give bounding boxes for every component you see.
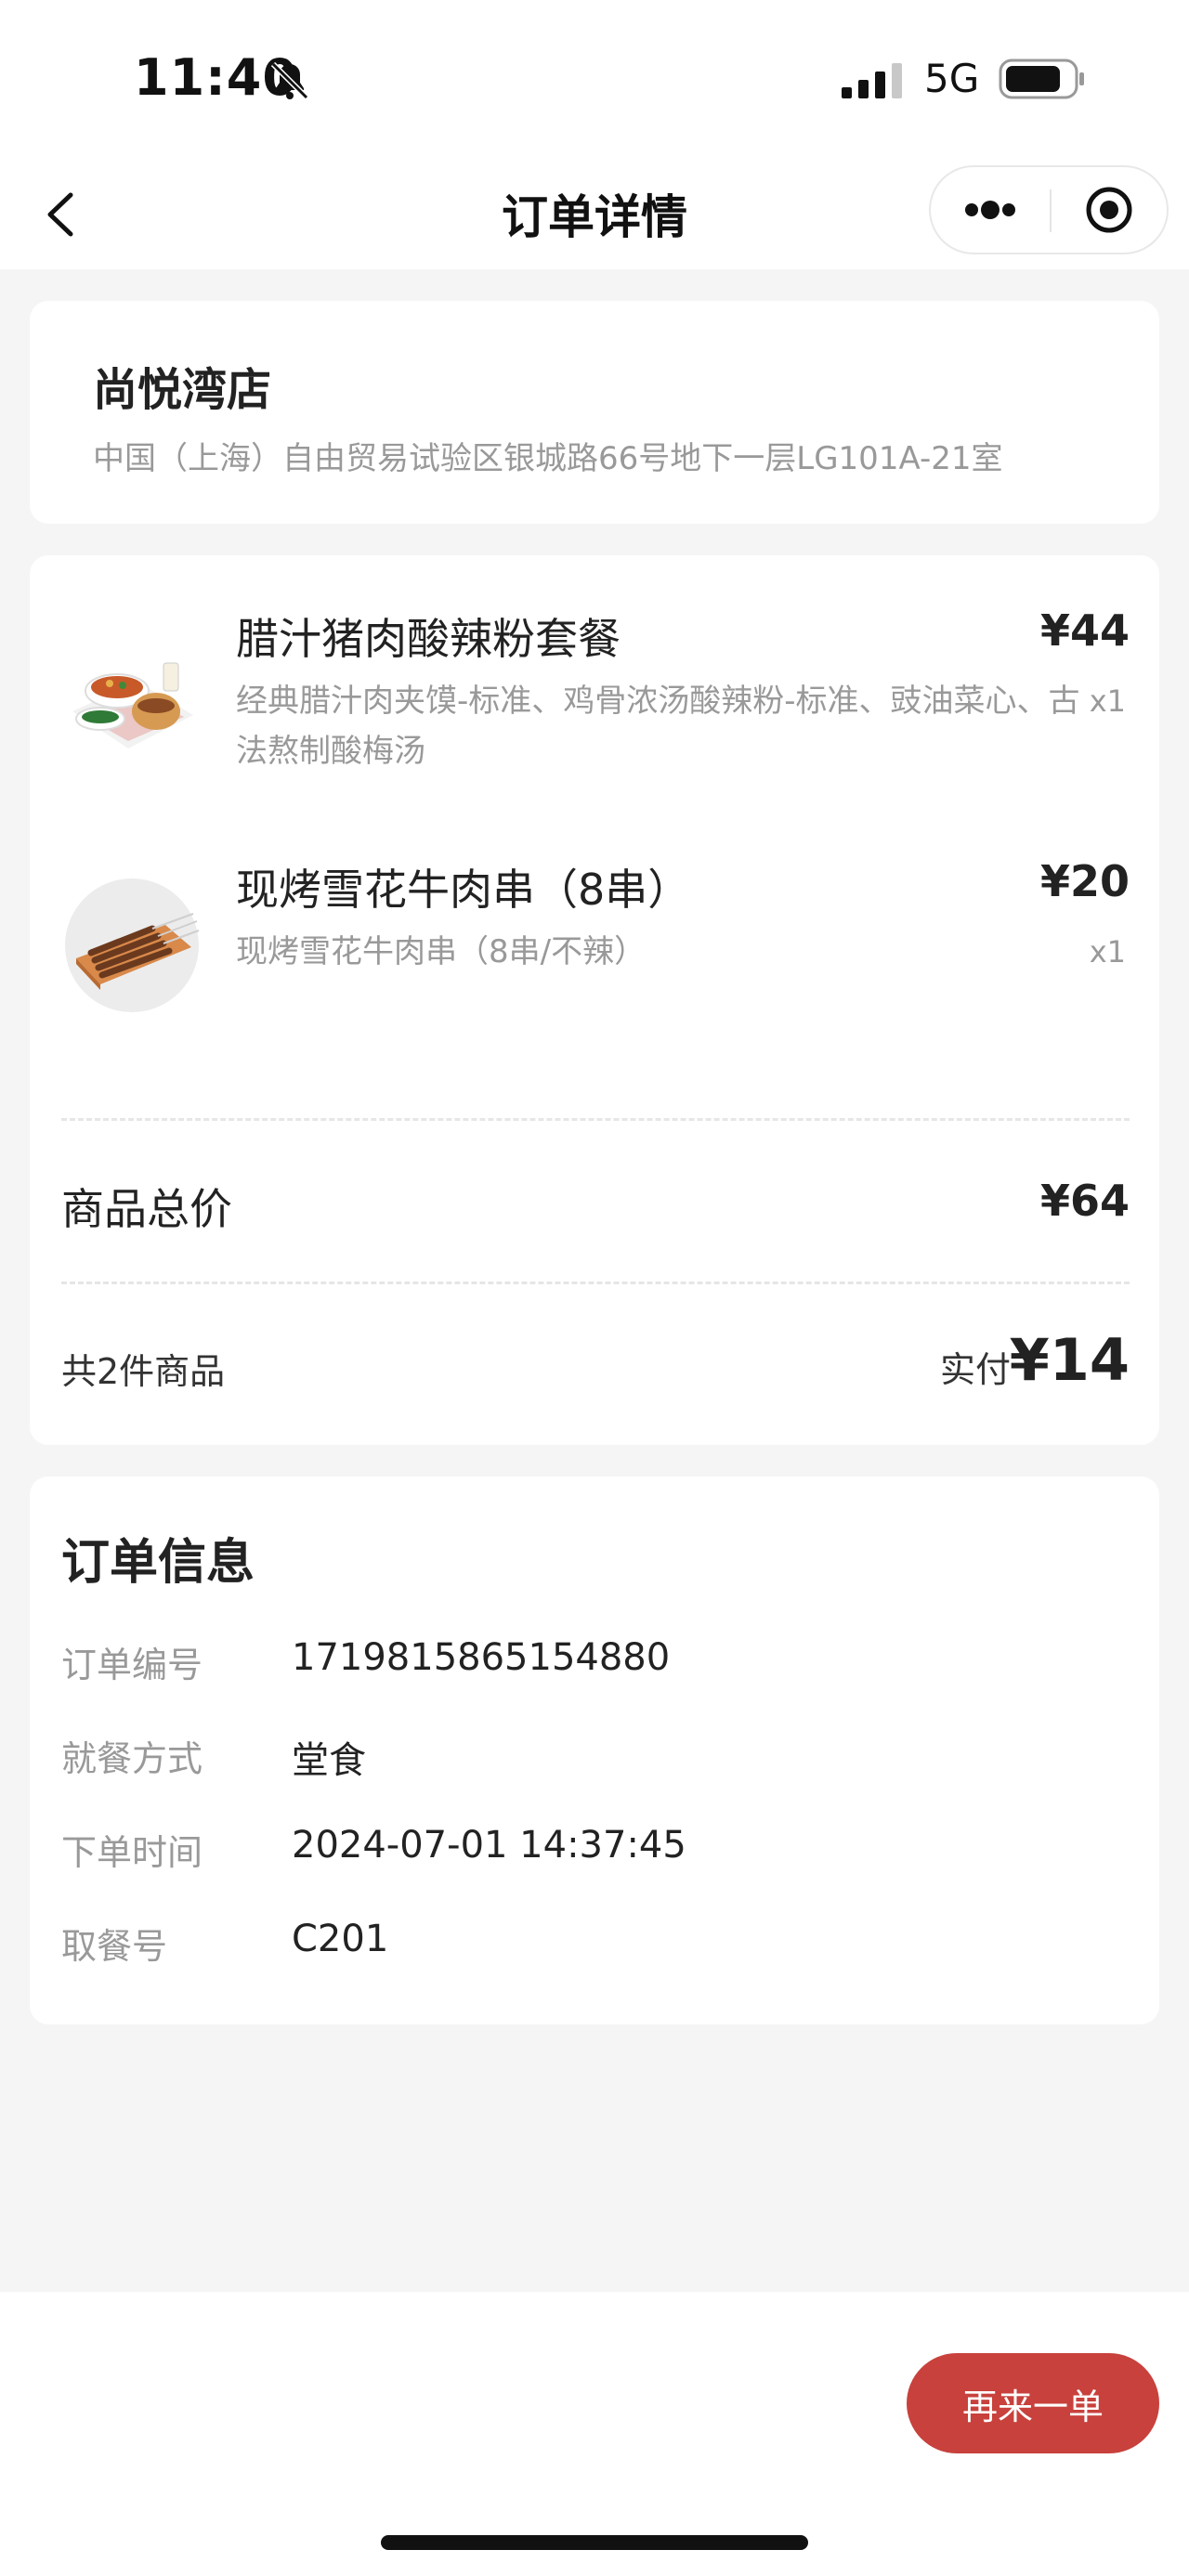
reorder-button[interactable]: 再来一单 xyxy=(907,2353,1159,2453)
bottom-action-bar: 再来一单 xyxy=(0,2292,1189,2576)
paid-value: ¥14 xyxy=(1009,1326,1130,1394)
subtotal-value: ¥64 xyxy=(1039,1176,1130,1226)
info-label: 就餐方式 xyxy=(61,1738,203,1779)
order-time-row: 下单时间 2024-07-01 14:37:45 xyxy=(61,1824,1130,1880)
info-value: 2024-07-01 14:37:45 xyxy=(292,1824,686,1867)
more-button[interactable] xyxy=(931,167,1050,253)
close-button[interactable] xyxy=(1052,167,1167,253)
order-info-card: 订单信息 订单编号 1719815865154880 就餐方式 堂食 下单时间 … xyxy=(30,1477,1159,2024)
signal-icon xyxy=(842,63,902,98)
item-count-label: 共2件商品 xyxy=(61,1351,226,1392)
order-number-row: 订单编号 1719815865154880 xyxy=(61,1636,1130,1692)
store-card: 尚悦湾店 中国（上海）自由贸易试验区银城路66号地下一层LG101A-21室 xyxy=(30,301,1159,524)
order-item[interactable]: 现烤雪花牛肉串（8串） 现烤雪花牛肉串（8串/不辣） ¥20 x1 xyxy=(30,852,1159,1012)
network-label: 5G xyxy=(924,56,980,101)
dining-mode-row: 就餐方式 堂食 xyxy=(61,1730,1130,1786)
item-price: ¥20 xyxy=(1039,856,1130,906)
item-quantity: x1 xyxy=(1089,934,1126,969)
item-name: 腊汁猪肉酸辣粉套餐 xyxy=(236,614,621,664)
order-item[interactable]: 腊汁猪肉酸辣粉套餐 经典腊汁肉夹馍-标准、鸡骨浓汤酸辣粉-标准、豉油菜心、古法熬… xyxy=(30,602,1159,797)
order-info-title: 订单信息 xyxy=(61,1535,255,1591)
more-dots-icon xyxy=(965,201,1015,219)
item-description: 经典腊汁肉夹馍-标准、鸡骨浓汤酸辣粉-标准、豉油菜心、古法熬制酸梅汤 xyxy=(236,683,1080,770)
pickup-number-row: 取餐号 C201 xyxy=(61,1918,1130,1973)
divider xyxy=(61,1118,1130,1121)
beef-skewers-image xyxy=(65,878,200,1012)
combo-meal-image xyxy=(72,662,193,748)
item-price: ¥44 xyxy=(1039,605,1130,656)
battery-icon xyxy=(999,59,1084,99)
info-value: C201 xyxy=(292,1918,389,1960)
item-description: 现烤雪花牛肉串（8串/不辣） xyxy=(236,933,647,970)
divider xyxy=(61,1281,1130,1284)
paid-label: 实付 xyxy=(939,1349,1011,1390)
status-bar: 11:40 5G xyxy=(0,0,1189,158)
order-items-card: 腊汁猪肉酸辣粉套餐 经典腊汁肉夹馍-标准、鸡骨浓汤酸辣粉-标准、豉油菜心、古法熬… xyxy=(30,555,1159,1445)
info-label: 取餐号 xyxy=(61,1926,168,1967)
close-target-icon xyxy=(1086,187,1132,233)
mini-program-capsule xyxy=(929,165,1169,254)
home-indicator xyxy=(381,2535,808,2550)
item-quantity: x1 xyxy=(1089,683,1126,719)
info-value: 堂食 xyxy=(292,1739,366,1782)
item-name: 现烤雪花牛肉串（8串） xyxy=(236,865,691,915)
info-value[interactable]: 1719815865154880 xyxy=(292,1636,670,1679)
info-label: 下单时间 xyxy=(61,1832,203,1873)
nav-bar: 订单详情 xyxy=(0,158,1189,269)
info-label: 订单编号 xyxy=(61,1645,203,1685)
store-name: 尚悦湾店 xyxy=(93,364,272,416)
store-address: 中国（上海）自由贸易试验区银城路66号地下一层LG101A-21室 xyxy=(93,440,1003,477)
bell-off-icon xyxy=(270,61,309,100)
subtotal-label: 商品总价 xyxy=(61,1184,232,1234)
